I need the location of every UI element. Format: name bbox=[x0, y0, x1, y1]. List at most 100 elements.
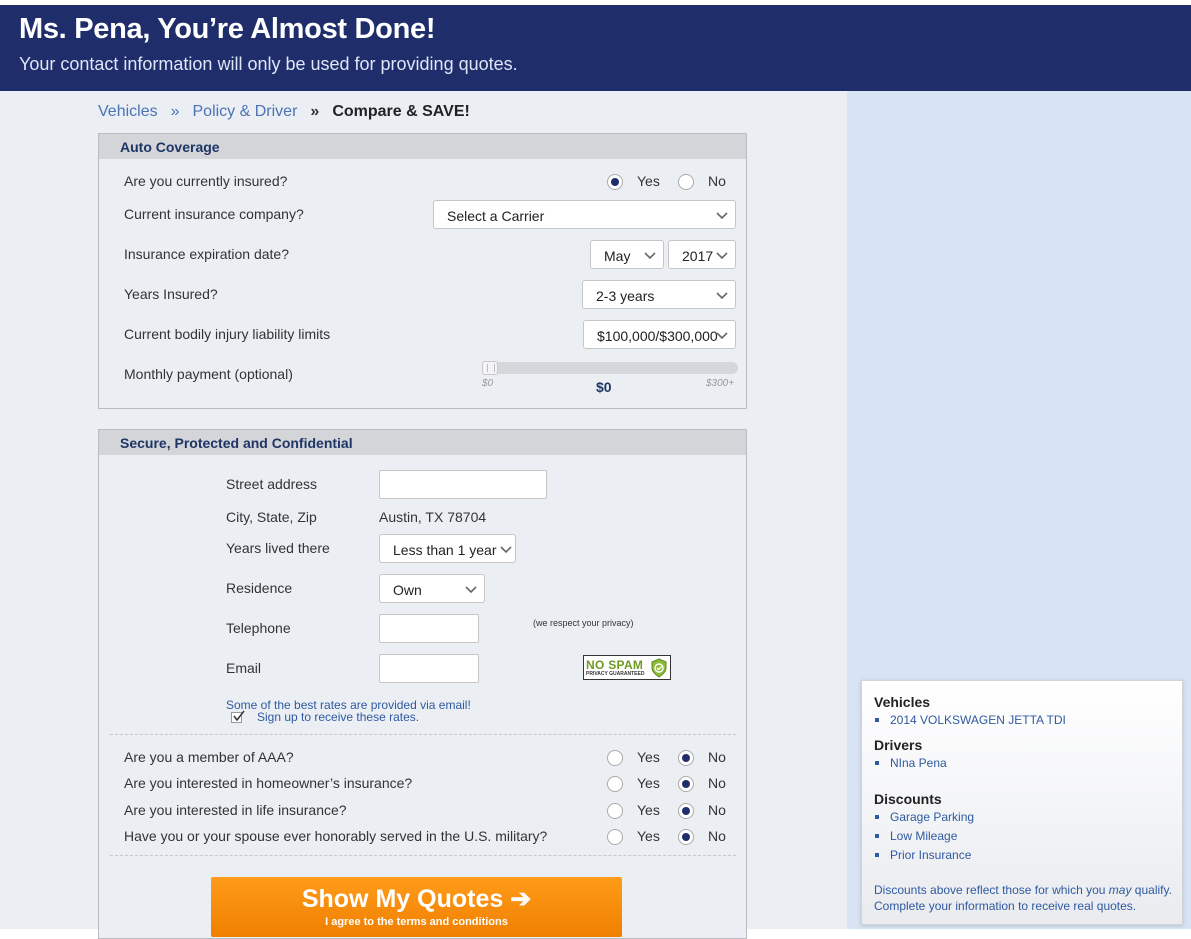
chevron-down-icon bbox=[716, 252, 728, 260]
currently-insured-yes-radio[interactable] bbox=[607, 174, 623, 190]
insurance-company-label: Current insurance company? bbox=[124, 206, 304, 222]
currently-insured-no-label: No bbox=[708, 173, 726, 189]
chevron-down-icon bbox=[644, 252, 656, 260]
summary-footer-note: Discounts above reflect those for which … bbox=[874, 882, 1179, 914]
telephone-label: Telephone bbox=[226, 620, 291, 636]
residence-value: Own bbox=[393, 582, 422, 598]
chevron-down-icon bbox=[716, 292, 728, 300]
expiration-year-select[interactable]: 2017 bbox=[668, 240, 736, 269]
question-no-radio[interactable] bbox=[678, 750, 694, 766]
show-my-quotes-label: Show My Quotes ➔ bbox=[301, 885, 532, 913]
city-state-zip-value: Austin, TX 78704 bbox=[379, 509, 487, 525]
question-no-label: No bbox=[708, 802, 726, 818]
question-yes-radio[interactable] bbox=[607, 829, 623, 845]
breadcrumb-separator: » bbox=[310, 103, 320, 120]
question-no-label: No bbox=[708, 828, 726, 844]
slider-min-label: $0 bbox=[482, 378, 494, 389]
signup-checkbox[interactable] bbox=[231, 710, 245, 723]
expiration-month-select[interactable]: May bbox=[590, 240, 664, 269]
question-label: Have you or your spouse ever honorably s… bbox=[124, 828, 548, 844]
question-no-radio[interactable] bbox=[678, 829, 694, 845]
email-input[interactable] bbox=[379, 654, 479, 683]
signup-label[interactable]: Sign up to receive these rates. bbox=[257, 710, 419, 724]
summary-discount-item: Garage Parking bbox=[874, 810, 975, 824]
summary-footer-pre: Discounts above reflect those for which … bbox=[874, 883, 1109, 897]
question-yes-label: Yes bbox=[637, 749, 660, 765]
expiration-date-label: Insurance expiration date? bbox=[124, 246, 289, 262]
breadcrumb-separator: » bbox=[170, 103, 180, 120]
no-spam-subtitle: PRIVACY GUARANTEED bbox=[586, 671, 645, 677]
question-label: Are you interested in life insurance? bbox=[124, 802, 347, 818]
questions-divider-bottom bbox=[110, 855, 736, 856]
question-yes-radio[interactable] bbox=[607, 776, 623, 792]
years-lived-select[interactable]: Less than 1 year bbox=[379, 534, 516, 563]
no-spam-badge: NO SPAM PRIVACY GUARANTEED bbox=[583, 655, 671, 680]
question-yes-label: Yes bbox=[637, 828, 660, 844]
currently-insured-yes-label: Yes bbox=[637, 173, 660, 189]
street-address-input[interactable] bbox=[379, 470, 547, 499]
chevron-down-icon bbox=[716, 212, 728, 220]
summary-footer-emphasis: may bbox=[1108, 883, 1132, 897]
expiration-year-value: 2017 bbox=[682, 248, 714, 264]
auto-coverage-heading: Auto Coverage bbox=[99, 134, 746, 159]
question-yes-radio[interactable] bbox=[607, 750, 623, 766]
telephone-input[interactable] bbox=[379, 614, 479, 643]
years-lived-value: Less than 1 year bbox=[393, 542, 497, 558]
bodily-limits-select[interactable]: $100,000/$300,000 bbox=[583, 320, 736, 349]
chevron-down-icon bbox=[716, 332, 728, 340]
secure-panel: Secure, Protected and Confidential bbox=[98, 429, 747, 939]
secure-heading: Secure, Protected and Confidential bbox=[99, 430, 746, 455]
city-state-zip-label: City, State, Zip bbox=[226, 509, 317, 525]
questions-divider-top bbox=[110, 734, 736, 735]
question-yes-label: Yes bbox=[637, 802, 660, 818]
street-address-label: Street address bbox=[226, 476, 318, 492]
page-subtitle: Your contact information will only be us… bbox=[19, 54, 518, 74]
bodily-limits-value: $100,000/$300,000 bbox=[597, 328, 718, 344]
question-no-label: No bbox=[708, 749, 726, 765]
monthly-payment-slider-track[interactable] bbox=[482, 362, 738, 374]
question-yes-radio[interactable] bbox=[607, 803, 623, 819]
quote-summary-card: Vehicles 2014 VOLKSWAGEN JETTA TDI Drive… bbox=[861, 680, 1183, 925]
currently-insured-no-radio[interactable] bbox=[678, 174, 694, 190]
breadcrumb: Vehicles » Policy & Driver » Compare & SAVE! bbox=[98, 103, 470, 121]
years-insured-label: Years Insured? bbox=[124, 286, 218, 302]
page-header: Ms. Pena, You’re Almost Done! Your conta… bbox=[0, 5, 1191, 91]
residence-label: Residence bbox=[226, 580, 293, 596]
summary-discount-item: Prior Insurance bbox=[874, 848, 972, 862]
currently-insured-label: Are you currently insured? bbox=[124, 173, 288, 189]
years-lived-label: Years lived there bbox=[226, 540, 330, 556]
bodily-limits-label: Current bodily injury liability limits bbox=[124, 326, 331, 342]
summary-vehicles-heading: Vehicles bbox=[874, 694, 931, 710]
chevron-down-icon bbox=[465, 586, 477, 594]
show-my-quotes-button[interactable]: Show My Quotes ➔ I agree to the terms an… bbox=[211, 877, 622, 937]
chevron-down-icon bbox=[500, 546, 512, 554]
insurance-company-value: Select a Carrier bbox=[447, 208, 545, 224]
no-spam-title: NO SPAM bbox=[586, 658, 644, 672]
breadcrumb-vehicles[interactable]: Vehicles bbox=[98, 103, 158, 121]
question-no-label: No bbox=[708, 775, 726, 791]
monthly-payment-label: Monthly payment (optional) bbox=[124, 366, 293, 382]
question-no-radio[interactable] bbox=[678, 803, 694, 819]
summary-vehicle-item[interactable]: 2014 VOLKSWAGEN JETTA TDI bbox=[875, 713, 1066, 727]
summary-discount-item: Low Mileage bbox=[874, 829, 958, 843]
years-insured-select[interactable]: 2-3 years bbox=[582, 280, 736, 309]
insurance-company-select[interactable]: Select a Carrier bbox=[433, 200, 736, 229]
shield-check-icon bbox=[651, 658, 667, 678]
question-yes-label: Yes bbox=[637, 775, 660, 791]
breadcrumb-compare-save: Compare & SAVE! bbox=[332, 103, 470, 120]
question-label: Are you a member of AAA? bbox=[124, 749, 294, 765]
breadcrumb-policy-driver[interactable]: Policy & Driver bbox=[193, 103, 298, 121]
question-label: Are you interested in homeowner’s insura… bbox=[124, 775, 413, 791]
years-insured-value: 2-3 years bbox=[596, 288, 655, 304]
question-no-radio[interactable] bbox=[678, 776, 694, 792]
summary-discounts-heading: Discounts bbox=[874, 791, 942, 807]
expiration-month-value: May bbox=[604, 248, 631, 264]
summary-driver-item[interactable]: NIna Pena bbox=[875, 756, 947, 770]
email-label: Email bbox=[226, 660, 262, 676]
terms-agreement-note: I agree to the terms and conditions bbox=[325, 916, 508, 928]
slider-current-value: $0 bbox=[596, 379, 612, 395]
page-title: Ms. Pena, You’re Almost Done! bbox=[19, 13, 436, 45]
monthly-payment-slider-handle[interactable] bbox=[482, 361, 498, 375]
residence-select[interactable]: Own bbox=[379, 574, 485, 603]
check-icon bbox=[233, 710, 245, 722]
